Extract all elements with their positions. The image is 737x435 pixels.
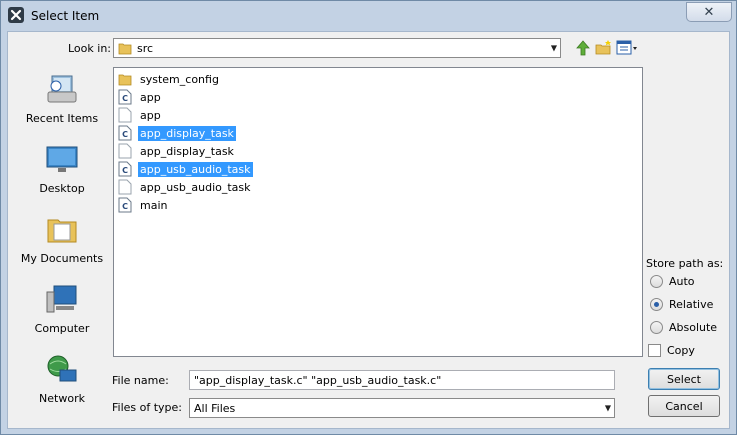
up-one-level-icon[interactable] bbox=[574, 39, 592, 57]
select-button-label: Select bbox=[667, 372, 701, 386]
place-label: Recent Items bbox=[25, 112, 99, 125]
radio-label: Absolute bbox=[669, 321, 718, 334]
look-in-dropdown[interactable]: src ▼ bbox=[113, 38, 561, 58]
chevron-down-icon: ▼ bbox=[604, 403, 611, 413]
place-my-documents[interactable]: My Documents bbox=[16, 212, 108, 282]
file-name-label: File name: bbox=[112, 374, 169, 387]
cancel-button[interactable]: Cancel bbox=[648, 395, 720, 417]
place-computer[interactable]: Computer bbox=[16, 282, 108, 352]
file-name-input[interactable]: "app_display_task.c" "app_usb_audio_task… bbox=[189, 370, 615, 390]
my-documents-icon bbox=[47, 219, 77, 243]
place-label: My Documents bbox=[20, 252, 104, 265]
copy-label: Copy bbox=[667, 344, 695, 357]
file-name: app_usb_audio_task bbox=[138, 161, 253, 177]
c-source-file-icon: C bbox=[118, 161, 132, 177]
text-file-icon bbox=[118, 179, 132, 195]
radio-button[interactable] bbox=[650, 298, 663, 311]
file-name: app_display_task bbox=[138, 125, 236, 141]
place-recent-items[interactable]: Recent Items bbox=[16, 72, 108, 142]
radio-relative[interactable]: Relative bbox=[650, 298, 713, 311]
chevron-down-icon: ▼ bbox=[550, 43, 557, 53]
files-of-type-dropdown[interactable]: All Files ▼ bbox=[189, 398, 615, 418]
store-path-title: Store path as: bbox=[646, 257, 724, 270]
file-name: main bbox=[140, 198, 168, 212]
look-in-value: src bbox=[137, 41, 154, 55]
select-button[interactable]: Select bbox=[648, 368, 720, 390]
text-file-icon bbox=[118, 143, 132, 159]
radio-button[interactable] bbox=[650, 275, 663, 288]
c-source-file-icon: C bbox=[118, 197, 132, 213]
place-network[interactable]: Network bbox=[16, 352, 108, 422]
svg-text:C: C bbox=[122, 94, 128, 103]
list-item[interactable]: C app bbox=[118, 88, 163, 106]
network-icon bbox=[47, 355, 77, 382]
files-of-type-value: All Files bbox=[194, 401, 236, 415]
list-item[interactable]: app_display_task bbox=[118, 142, 236, 160]
file-name: app_display_task bbox=[140, 144, 234, 158]
desktop-icon bbox=[46, 146, 78, 172]
svg-text:C: C bbox=[122, 202, 128, 211]
file-name: system_config bbox=[140, 72, 219, 86]
radio-button[interactable] bbox=[650, 321, 663, 334]
dialog-body: Look in: src ▼ Recent Items Desktop My D… bbox=[7, 31, 730, 429]
radio-label: Auto bbox=[669, 275, 695, 288]
cancel-button-label: Cancel bbox=[665, 399, 703, 413]
list-item[interactable]: C main bbox=[118, 196, 169, 214]
files-of-type-label: Files of type: bbox=[112, 401, 183, 414]
c-source-file-icon: C bbox=[118, 89, 132, 105]
folder-icon bbox=[118, 74, 132, 86]
file-name: app bbox=[140, 90, 161, 104]
place-desktop[interactable]: Desktop bbox=[16, 142, 108, 212]
c-source-file-icon: C bbox=[118, 125, 132, 141]
place-label: Network bbox=[39, 392, 85, 405]
copy-option[interactable]: Copy bbox=[648, 344, 695, 357]
copy-checkbox[interactable] bbox=[648, 344, 661, 357]
folder-icon bbox=[118, 43, 132, 55]
window-title: Select Item bbox=[31, 9, 100, 23]
app-logo-icon bbox=[8, 7, 24, 23]
computer-icon bbox=[46, 285, 77, 313]
select-item-dialog: Select Item ✕ Look in: src ▼ Recent Item… bbox=[0, 0, 737, 435]
view-menu-icon[interactable] bbox=[616, 39, 638, 57]
place-label: Computer bbox=[34, 322, 90, 335]
list-item[interactable]: C app_display_task bbox=[118, 124, 236, 142]
look-in-label: Look in: bbox=[68, 42, 111, 55]
file-name: app_usb_audio_task bbox=[140, 180, 251, 194]
close-button[interactable]: ✕ bbox=[686, 2, 732, 22]
radio-label: Relative bbox=[669, 298, 714, 311]
svg-text:C: C bbox=[122, 130, 128, 139]
radio-auto[interactable]: Auto bbox=[650, 275, 695, 288]
create-new-folder-icon[interactable] bbox=[595, 39, 613, 57]
place-label: Desktop bbox=[39, 182, 85, 195]
file-list[interactable]: system_config C app app C app_display_ta… bbox=[113, 67, 643, 357]
title-bar[interactable]: Select Item ✕ bbox=[1, 1, 736, 31]
text-file-icon bbox=[118, 107, 132, 123]
list-item[interactable]: C app_usb_audio_task bbox=[118, 160, 253, 178]
close-icon: ✕ bbox=[703, 4, 715, 20]
recent-items-icon bbox=[47, 75, 77, 103]
list-item[interactable]: app bbox=[118, 106, 163, 124]
list-item[interactable]: app_usb_audio_task bbox=[118, 178, 253, 196]
svg-text:C: C bbox=[122, 166, 128, 175]
radio-absolute[interactable]: Absolute bbox=[650, 321, 717, 334]
list-item[interactable]: system_config bbox=[118, 70, 221, 88]
file-name: app bbox=[140, 108, 161, 122]
places-bar: Recent Items Desktop My Documents Comput… bbox=[16, 72, 108, 412]
